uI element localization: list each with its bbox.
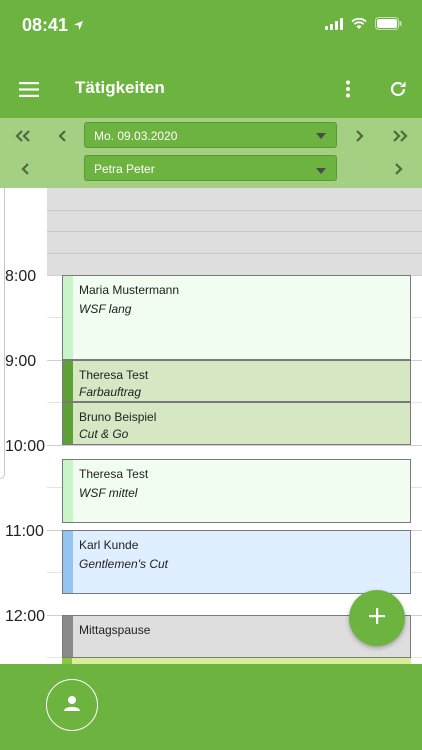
day-calendar[interactable]: 8:00 9:00 10:00 11:00 12:00 Maria Muster… xyxy=(0,188,422,664)
event-color-stripe xyxy=(63,460,73,522)
prev-week-icon[interactable] xyxy=(8,121,38,151)
employee-select-value: Petra Peter xyxy=(94,162,155,176)
appointment-card[interactable]: Karl Kunde Gentlemen's Cut xyxy=(62,530,411,594)
prev-day-icon[interactable] xyxy=(48,121,78,151)
page-title: Tätigkeiten xyxy=(75,78,165,97)
customer-name: Karl Kunde xyxy=(79,538,139,552)
status-bar: 08:41 xyxy=(0,0,422,50)
date-employee-nav: Mo. 09.03.2020 Petra Peter xyxy=(0,118,422,188)
time-label: 11:00 xyxy=(5,523,44,540)
event-color-stripe xyxy=(63,276,73,359)
time-label: 10:00 xyxy=(5,438,46,455)
prev-employee-icon[interactable] xyxy=(11,154,41,184)
date-select-value: Mo. 09.03.2020 xyxy=(94,129,178,143)
appointment-card[interactable]: Theresa Test Farbauftrag xyxy=(62,360,411,402)
bottom-bar xyxy=(0,664,422,750)
plus-icon xyxy=(368,607,386,630)
refresh-icon[interactable] xyxy=(383,74,413,104)
wifi-icon xyxy=(351,17,367,35)
more-vert-icon[interactable] xyxy=(333,74,363,104)
event-color-stripe xyxy=(63,403,73,444)
location-arrow-icon xyxy=(73,18,84,36)
person-icon xyxy=(63,695,81,716)
time-label: 9:00 xyxy=(5,353,37,370)
chevron-down-icon xyxy=(316,168,326,174)
event-color-stripe xyxy=(63,361,73,401)
employee-select[interactable]: Petra Peter xyxy=(84,155,337,181)
event-color-stripe xyxy=(63,531,73,593)
service-name: WSF lang xyxy=(79,302,132,316)
signal-icon xyxy=(325,17,343,35)
time-label: 8:00 xyxy=(5,268,37,285)
menu-icon[interactable] xyxy=(14,74,44,104)
service-name: Gentlemen's Cut xyxy=(79,557,168,571)
next-day-icon[interactable] xyxy=(344,121,374,151)
appointment-card[interactable]: Maria Mustermann WSF lang xyxy=(62,275,411,360)
break-label: Mittagspause xyxy=(79,623,151,637)
next-week-icon[interactable] xyxy=(385,121,415,151)
profile-button[interactable] xyxy=(46,679,98,731)
chevron-down-icon xyxy=(316,133,326,139)
add-appointment-button[interactable] xyxy=(349,590,405,646)
service-name: Cut & Go xyxy=(79,427,129,441)
customer-name: Maria Mustermann xyxy=(79,283,180,297)
appointment-card[interactable]: Bruno Beispiel Cut & Go xyxy=(62,402,411,445)
event-color-stripe xyxy=(63,616,73,657)
time-label: 12:00 xyxy=(5,608,46,625)
battery-icon xyxy=(375,17,402,35)
service-name: Farbauftrag xyxy=(79,385,142,399)
drawer-edge xyxy=(0,188,5,479)
next-employee-icon[interactable] xyxy=(383,154,413,184)
customer-name: Theresa Test xyxy=(79,368,149,382)
customer-name: Bruno Beispiel xyxy=(79,410,157,424)
app-bar: Tätigkeiten xyxy=(0,50,422,118)
customer-name: Theresa Test xyxy=(79,467,149,481)
off-hours-block xyxy=(47,188,422,275)
date-select[interactable]: Mo. 09.03.2020 xyxy=(84,122,337,148)
status-time: 08:41 xyxy=(22,15,69,35)
appointment-card[interactable]: Theresa Test WSF mittel xyxy=(62,459,411,523)
service-name: WSF mittel xyxy=(79,486,138,500)
